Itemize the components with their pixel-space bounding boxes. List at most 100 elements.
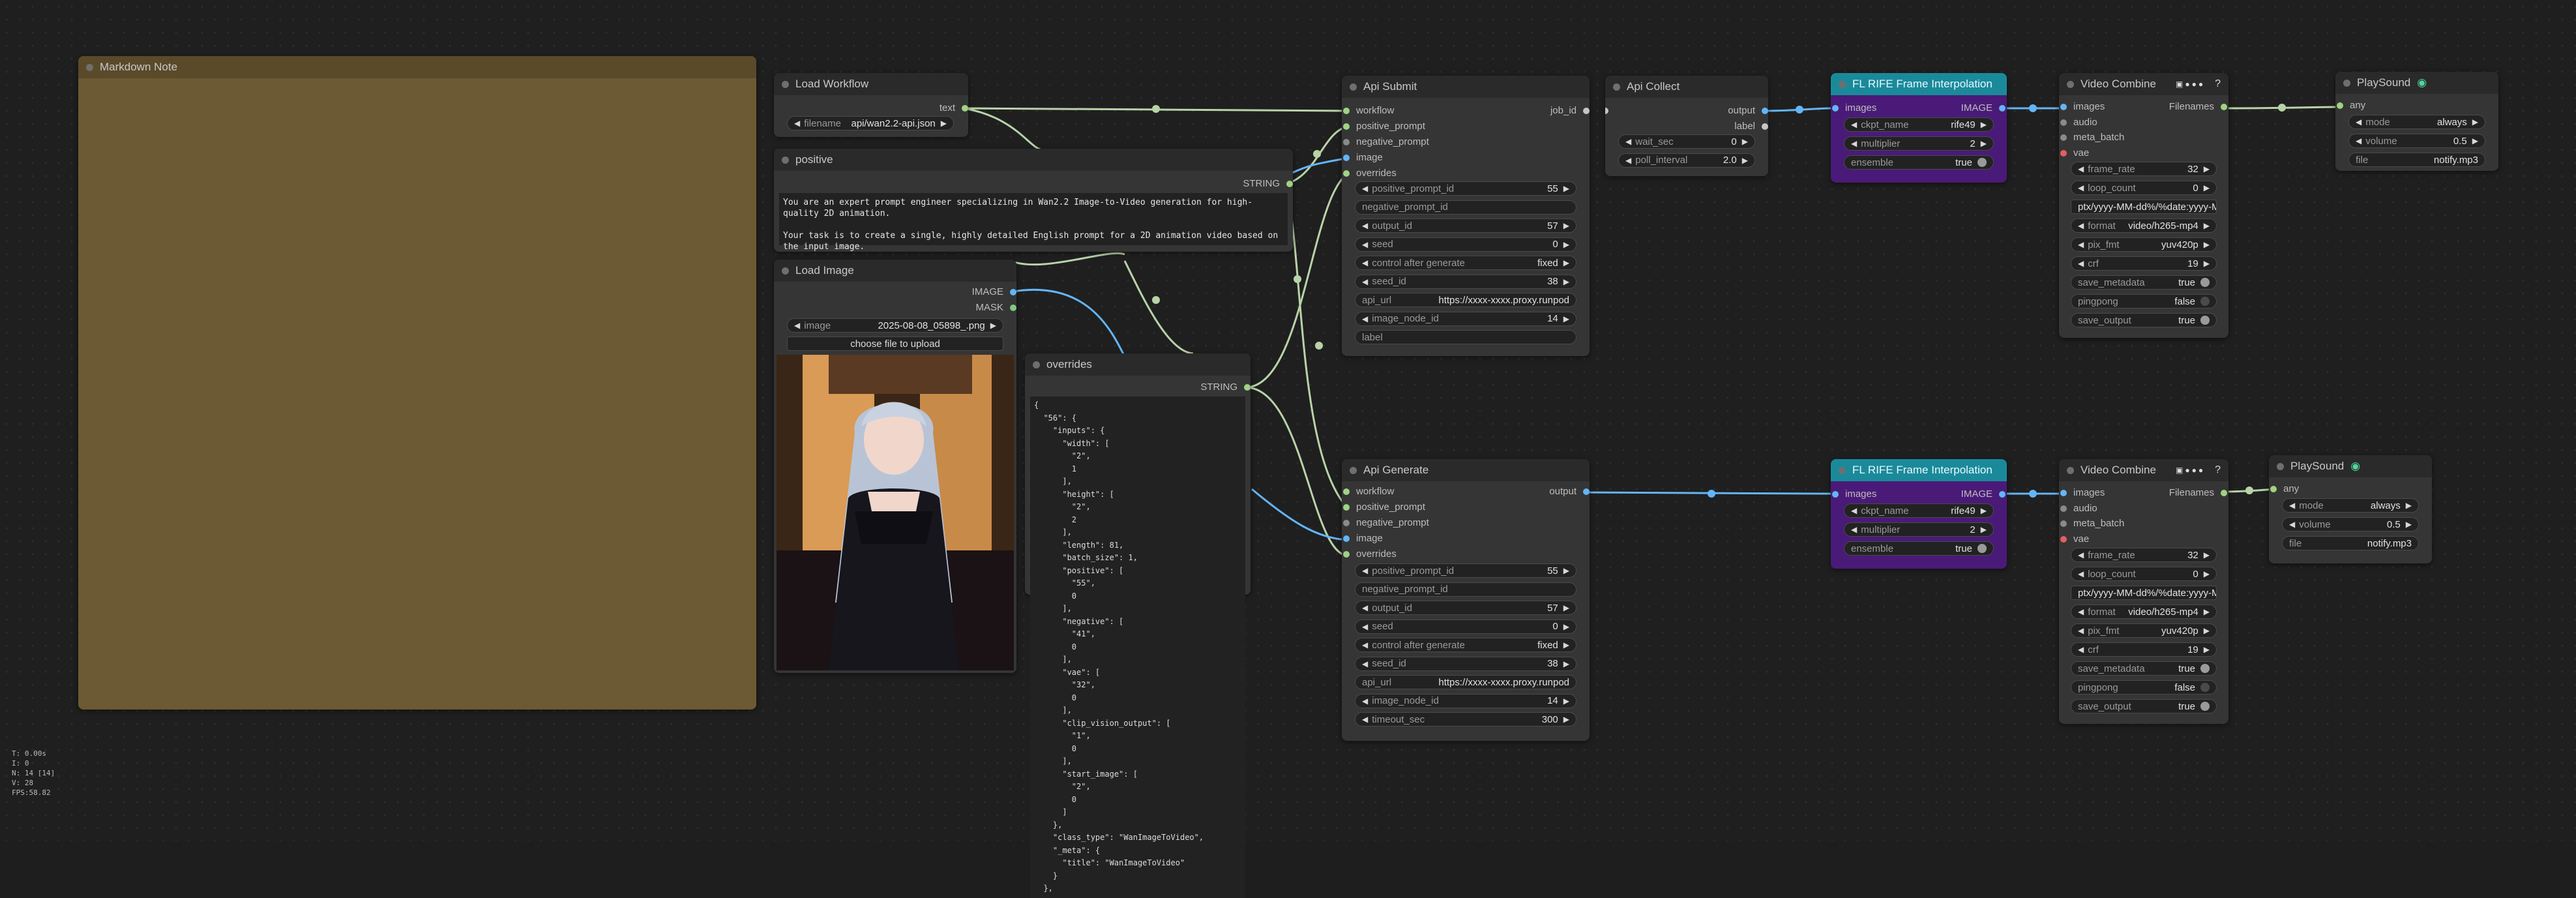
save_output-widget[interactable]: save_output true <box>2071 699 2217 713</box>
left-arrow-icon[interactable]: ◀ <box>2078 607 2084 616</box>
label-widget[interactable]: label <box>1355 330 1577 344</box>
input-vae[interactable]: vae <box>2060 147 2089 160</box>
string-pin-icon[interactable] <box>1343 139 1350 145</box>
control after generate-widget[interactable]: ◀ control after generate fixed ▶ <box>1355 256 1577 270</box>
string-pin-icon[interactable] <box>1343 504 1350 511</box>
right-arrow-icon[interactable]: ▶ <box>941 119 947 128</box>
collapse-dot-icon[interactable] <box>782 80 789 88</box>
markdown-note-node[interactable]: Markdown Note <box>78 56 756 710</box>
load-image-node[interactable]: Load Image IMAGE MASK ◀ image 2025-08-08… <box>774 260 1016 673</box>
input-any[interactable]: any <box>2270 483 2299 496</box>
image-pin-icon[interactable] <box>1999 491 2006 498</box>
string-pin-icon[interactable] <box>2060 134 2067 141</box>
playsound-node-2[interactable]: PlaySound ◉ any ◀ mode always ▶ ◀ volume 0.5 ▶ f… <box>2269 455 2432 563</box>
output_id-widget[interactable]: ◀ output_id 57 ▶ <box>1355 601 1577 615</box>
right-arrow-icon[interactable]: ▶ <box>2204 626 2210 635</box>
any-pin-icon[interactable] <box>1762 123 1768 130</box>
right-arrow-icon[interactable]: ▶ <box>1981 506 1987 515</box>
input-images[interactable]: images <box>1832 102 1876 115</box>
collapse-dot-icon[interactable] <box>86 63 93 71</box>
left-arrow-icon[interactable]: ◀ <box>2078 626 2084 635</box>
api_url-widget[interactable]: api_url https://xxxx-xxxx.proxy.runpod <box>1355 675 1577 689</box>
input-audio[interactable]: audio <box>2060 502 2097 515</box>
mode-widget[interactable]: ◀ mode always ▶ <box>2348 115 2485 129</box>
left-arrow-icon[interactable]: ◀ <box>1362 622 1368 631</box>
left-arrow-icon[interactable]: ◀ <box>1362 184 1368 193</box>
api-collect-node[interactable]: Api Collect output label ◀ wait_sec 0 ▶ ◀ pol… <box>1605 76 1768 176</box>
api-submit-node[interactable]: Api Submit workflow positive_prompt negati… <box>1342 76 1590 356</box>
pingpong-widget[interactable]: pingpong false <box>2071 294 2217 308</box>
right-arrow-icon[interactable]: ▶ <box>1742 137 1748 146</box>
string-pin-icon[interactable] <box>1343 520 1350 526</box>
text-widget[interactable]: ptx/yyyy-MM-dd%/%date:yyyy-M <box>2071 200 2217 214</box>
right-arrow-icon[interactable]: ▶ <box>2406 501 2412 510</box>
mask-pin-icon[interactable] <box>1010 305 1016 311</box>
output-output[interactable]: output <box>1728 104 1768 117</box>
load-workflow-node[interactable]: Load Workflow text ◀ filename api/wan2.2… <box>774 73 968 137</box>
node-title-bar[interactable]: Video Combine ▣ ● ● ● ? <box>2059 73 2228 95</box>
image-pin-icon[interactable] <box>1010 289 1016 295</box>
right-arrow-icon[interactable]: ▶ <box>2204 164 2210 173</box>
mode-widget[interactable]: ◀ mode always ▶ <box>2282 498 2419 513</box>
output-label[interactable]: label <box>1734 120 1768 133</box>
left-arrow-icon[interactable]: ◀ <box>2078 164 2084 173</box>
string-pin-icon[interactable] <box>1343 108 1350 114</box>
right-arrow-icon[interactable]: ▶ <box>2204 550 2210 560</box>
collapse-dot-icon[interactable] <box>1839 80 1846 88</box>
poll_interval-widget[interactable]: ◀ poll_interval 2.0 ▶ <box>1618 153 1755 168</box>
left-arrow-icon[interactable]: ◀ <box>1362 258 1368 267</box>
left-arrow-icon[interactable]: ◀ <box>2289 501 2295 510</box>
node-title-bar[interactable]: FL RIFE Frame Interpolation <box>1831 459 2007 481</box>
vae-pin-icon[interactable] <box>2060 535 2067 543</box>
collapse-dot-icon[interactable] <box>2067 466 2074 474</box>
right-arrow-icon[interactable]: ▶ <box>1563 640 1569 650</box>
input-image[interactable]: image <box>1343 151 1383 164</box>
playsound-node-1[interactable]: PlaySound ◉ any ◀ mode always ▶ ◀ volume 0.5 ▶ f… <box>2335 72 2498 171</box>
toggle-icon[interactable] <box>1977 158 1987 167</box>
pix_fmt-widget[interactable]: ◀ pix_fmt yuv420p ▶ <box>2071 623 2217 638</box>
toggle-icon[interactable] <box>1977 544 1987 553</box>
collapse-dot-icon[interactable] <box>1350 83 1357 91</box>
toggle-icon[interactable] <box>2200 702 2210 711</box>
node-title-bar[interactable]: PlaySound ◉ <box>2269 455 2432 477</box>
image-pin-icon[interactable] <box>1999 105 2006 112</box>
save_output-widget[interactable]: save_output true <box>2071 313 2217 327</box>
right-arrow-icon[interactable]: ▶ <box>2472 117 2478 127</box>
filename-combo[interactable]: ◀ filename api/wan2.2-api.json ▶ <box>787 116 954 130</box>
right-arrow-icon[interactable]: ▶ <box>2204 607 2210 616</box>
crf-widget[interactable]: ◀ crf 19 ▶ <box>2071 256 2217 271</box>
positive_prompt_id-widget[interactable]: ◀ positive_prompt_id 55 ▶ <box>1355 181 1577 196</box>
input-overrides[interactable]: overrides <box>1343 548 1397 561</box>
collapse-dot-icon[interactable] <box>2343 79 2350 87</box>
input-positive-prompt[interactable]: positive_prompt <box>1343 501 1425 514</box>
positive-prompt-textarea[interactable]: You are an expert prompt engineer specia… <box>779 193 1288 252</box>
ensemble-widget[interactable]: ensemble true <box>1844 541 1994 556</box>
string-pin-icon[interactable] <box>2060 505 2067 512</box>
toggle-icon[interactable] <box>2200 683 2210 692</box>
toggle-icon[interactable] <box>2200 278 2210 287</box>
input-workflow[interactable]: workflow <box>1343 104 1394 117</box>
output-filenames[interactable]: Filenames <box>2169 486 2227 500</box>
upload-button[interactable]: choose file to upload <box>787 337 1003 351</box>
left-arrow-icon[interactable]: ◀ <box>1362 566 1368 575</box>
right-arrow-icon[interactable]: ▶ <box>1563 240 1569 249</box>
video-combine-node-2[interactable]: Video Combine ▣ ● ● ● ? Filenames images… <box>2059 459 2228 724</box>
wait_sec-widget[interactable]: ◀ wait_sec 0 ▶ <box>1618 134 1755 149</box>
output-output[interactable]: output <box>1549 485 1590 498</box>
multiplier-widget[interactable]: ◀ multiplier 2 ▶ <box>1844 522 1994 537</box>
left-arrow-icon[interactable]: ◀ <box>1362 240 1368 249</box>
left-arrow-icon[interactable]: ◀ <box>2078 550 2084 560</box>
text-widget[interactable]: ptx/yyyy-MM-dd%/%date:yyyy-M <box>2071 586 2217 600</box>
frame_rate-widget[interactable]: ◀ frame_rate 32 ▶ <box>2071 548 2217 562</box>
api-generate-node[interactable]: Api Generate workflow positive_prompt nega… <box>1342 459 1590 741</box>
left-arrow-icon[interactable]: ◀ <box>2356 117 2361 127</box>
left-arrow-icon[interactable]: ◀ <box>1362 659 1368 668</box>
right-arrow-icon[interactable]: ▶ <box>1563 221 1569 230</box>
image_node_id-widget[interactable]: ◀ image_node_id 14 ▶ <box>1355 311 1577 326</box>
node-title-bar[interactable]: Api Collect <box>1605 76 1768 98</box>
image-pin-icon[interactable] <box>1762 108 1768 114</box>
input-images[interactable]: images <box>2060 100 2105 113</box>
left-arrow-icon[interactable]: ◀ <box>1362 221 1368 230</box>
input-any[interactable]: any <box>2337 99 2365 112</box>
string-pin-icon[interactable] <box>2337 102 2343 109</box>
